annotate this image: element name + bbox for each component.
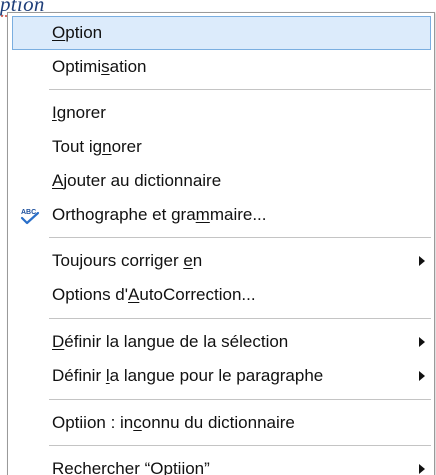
menu-item-label: Rechercher “Optiion” bbox=[52, 459, 210, 475]
menu-item-label: Option bbox=[52, 23, 103, 42]
menu-separator bbox=[49, 89, 431, 90]
chevron-right-icon bbox=[419, 256, 425, 266]
menu-item-optimisation[interactable]: Optimisation bbox=[12, 50, 431, 84]
menu-item-label: Définir la langue de la sélection bbox=[52, 332, 289, 351]
svg-text:ABC: ABC bbox=[21, 209, 36, 216]
menu-item-label: Tout ignorer bbox=[52, 137, 142, 156]
menu-item-label: Ignorer bbox=[52, 103, 106, 122]
menu-item-label: Orthographe et grammaire... bbox=[52, 205, 267, 224]
context-menu: Option Optimisation Ignorer Tout ignorer… bbox=[7, 12, 435, 475]
menu-item-orthographe-et-grammaire[interactable]: ABC Orthographe et grammaire... bbox=[12, 198, 431, 232]
menu-item-ajouter-au-dictionnaire[interactable]: Ajouter au dictionnaire bbox=[12, 164, 431, 198]
menu-separator bbox=[49, 445, 431, 446]
chevron-right-icon bbox=[419, 371, 425, 381]
menu-item-label: Options d'AutoCorrection... bbox=[52, 285, 256, 304]
page: ption Option Optimisation Ignorer Tout i… bbox=[0, 0, 436, 475]
menu-separator bbox=[49, 237, 431, 238]
menu-item-tout-ignorer[interactable]: Tout ignorer bbox=[12, 130, 431, 164]
abc-spell-check-icon: ABC bbox=[20, 209, 40, 225]
menu-item-label: Optimisation bbox=[52, 57, 147, 76]
menu-separator bbox=[49, 318, 431, 319]
menu-item-label: Optiion : inconnu du dictionnaire bbox=[52, 413, 295, 432]
menu-item-option[interactable]: Option bbox=[12, 16, 431, 50]
menu-item-ignorer[interactable]: Ignorer bbox=[12, 96, 431, 130]
chevron-right-icon bbox=[419, 337, 425, 347]
menu-item-label: Définir la langue pour le paragraphe bbox=[52, 366, 324, 385]
menu-item-rechercher-optiion[interactable]: Rechercher “Optiion” bbox=[12, 452, 431, 475]
menu-item-definir-langue-selection[interactable]: Définir la langue de la sélection bbox=[12, 325, 431, 359]
chevron-right-icon bbox=[419, 464, 425, 474]
menu-item-optiion-inconnu[interactable]: Optiion : inconnu du dictionnaire bbox=[12, 406, 431, 440]
menu-separator bbox=[49, 399, 431, 400]
menu-item-label: Ajouter au dictionnaire bbox=[52, 171, 222, 190]
menu-item-definir-langue-paragraphe[interactable]: Définir la langue pour le paragraphe bbox=[12, 359, 431, 393]
menu-item-toujours-corriger-en[interactable]: Toujours corriger en bbox=[12, 244, 431, 278]
menu-item-label: Toujours corriger en bbox=[52, 251, 203, 270]
menu-item-options-autocorrection[interactable]: Options d'AutoCorrection... bbox=[12, 278, 431, 312]
